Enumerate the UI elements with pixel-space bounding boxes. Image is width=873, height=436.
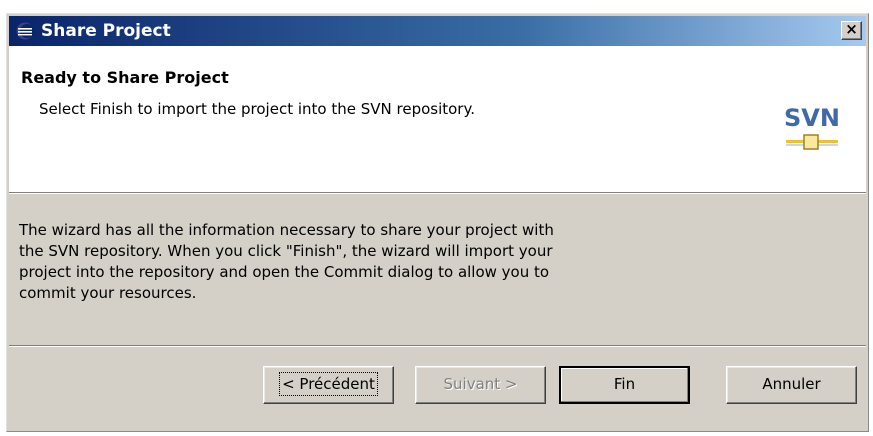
back-button-label: < Précédent <box>279 372 378 396</box>
svn-logo-icon: SVN <box>784 100 840 150</box>
header-separator <box>9 192 866 194</box>
message-line: project into the repository and open the… <box>19 263 550 281</box>
finish-button-label: Fin <box>613 375 636 393</box>
window-title: Share Project <box>41 21 171 41</box>
eclipse-icon <box>16 22 34 40</box>
message-line: commit your resources. <box>19 284 197 302</box>
finish-button[interactable]: Fin <box>559 366 690 404</box>
message-line: the SVN repository. When you click "Fini… <box>19 242 553 260</box>
wizard-header: Ready to Share Project Select Finish to … <box>9 46 866 192</box>
next-button[interactable]: Suivant > <box>415 366 546 404</box>
page-description: Select Finish to import the project into… <box>39 100 475 118</box>
share-project-dialog: Share Project × Ready to Share Project S… <box>6 13 869 432</box>
cancel-button[interactable]: Annuler <box>726 366 857 404</box>
back-button[interactable]: < Précédent <box>263 366 394 404</box>
cancel-button-label: Annuler <box>762 375 821 393</box>
next-button-label: Suivant > <box>443 375 518 393</box>
close-icon: × <box>845 20 858 38</box>
wizard-message: The wizard has all the information neces… <box>19 220 709 304</box>
button-bar-separator <box>9 345 866 347</box>
close-button[interactable]: × <box>841 21 862 40</box>
title-bar[interactable]: Share Project × <box>9 16 866 46</box>
svn-logo-text: SVN <box>784 104 840 132</box>
page-title: Ready to Share Project <box>21 68 229 87</box>
message-line: The wizard has all the information neces… <box>19 221 554 239</box>
